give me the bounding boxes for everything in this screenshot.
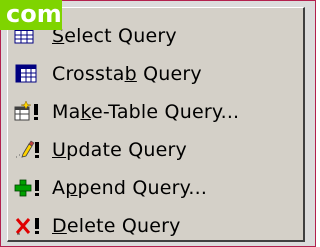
menu-item-label: Update Query [52,139,187,161]
append-query-icon [14,175,44,201]
crosstab-query-icon [14,61,44,87]
watermark-badge: com [0,0,62,30]
menu-item-update-query[interactable]: Update Query [14,132,304,168]
menu-item-make-table-query[interactable]: Make-Table Query... [14,94,304,130]
menu-item-label: Crosstab Query [52,63,202,85]
query-type-menu: Select Query Crosstab Query Make-Table Q… [0,0,316,247]
make-table-query-icon [14,99,44,125]
menu-item-crosstab-query[interactable]: Crosstab Query [14,56,304,92]
menu-item-label: Delete Query [52,215,181,237]
menu-item-label: Append Query... [52,177,208,199]
update-query-icon [14,137,44,163]
menu-item-delete-query[interactable]: Delete Query [14,208,304,244]
menu-panel: Select Query Crosstab Query Make-Table Q… [7,7,305,242]
menu-item-label: Make-Table Query... [52,101,240,123]
menu-item-append-query[interactable]: Append Query... [14,170,304,206]
delete-query-icon [14,213,44,239]
menu-item-label: Select Query [52,25,177,47]
